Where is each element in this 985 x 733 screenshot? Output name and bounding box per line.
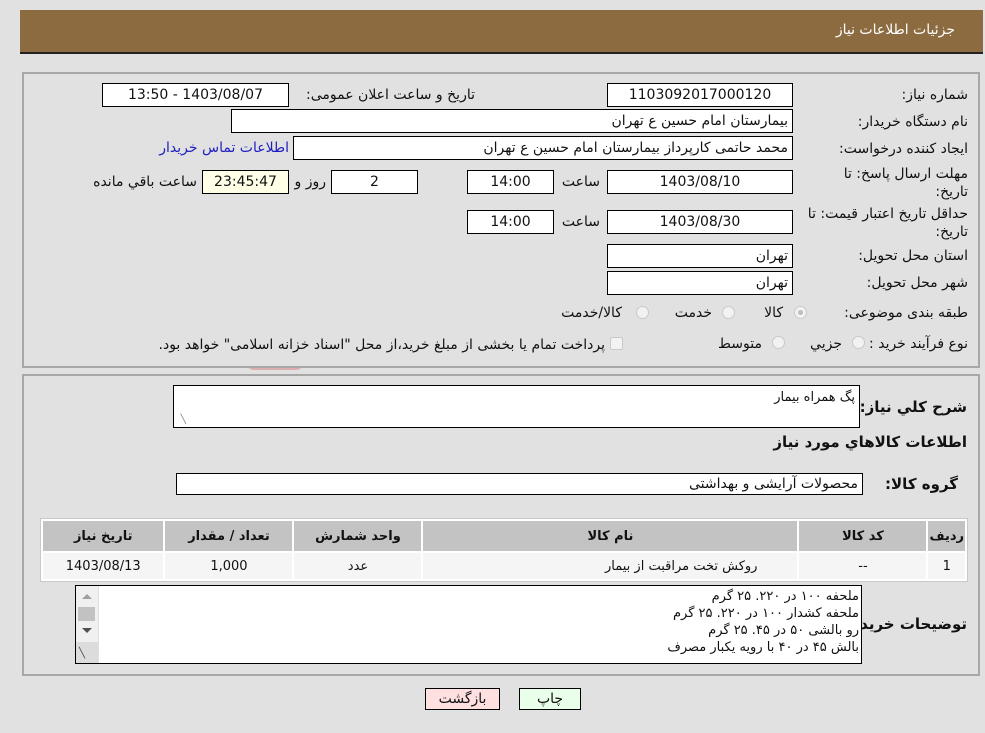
purchase-option-minor: جزیي: [810, 336, 842, 352]
scroll-up-icon[interactable]: [82, 594, 92, 599]
goods-info-title: اطلاعات کالاهاي مورد نیاز: [773, 433, 967, 451]
back-button[interactable]: بازگشت: [425, 688, 500, 710]
reply-deadline-label: مهلت ارسال پاسخ: تا تاریخ:: [843, 166, 968, 200]
page-title: جزئیات اطلاعات نیاز: [835, 22, 955, 38]
category-radio-service[interactable]: [722, 306, 735, 319]
delivery-province-field[interactable]: تهران: [607, 244, 793, 268]
scroll-thumb[interactable]: [78, 607, 95, 621]
general-desc-value: پگ همراه بیمار: [774, 390, 855, 405]
price-validity-label: حداقل تاریخ اعتبار قیمت: تا تاریخ:: [807, 206, 968, 240]
price-validity-time[interactable]: 14:00: [467, 210, 554, 234]
delivery-province-label: استان محل تحویل:: [858, 248, 968, 264]
price-validity-date[interactable]: 1403/08/30: [607, 210, 793, 234]
remaining-days: 2: [331, 170, 418, 194]
header-goods-name: نام کالا: [423, 521, 798, 551]
goods-group-label: گروه کالا:: [885, 475, 958, 493]
category-option-goods-service: کالا/خدمت: [561, 305, 622, 321]
treasury-checkbox[interactable]: [610, 337, 623, 350]
requester-label: ایجاد کننده درخواست:: [839, 141, 968, 157]
header-need-date: تاریخ نیاز: [43, 521, 164, 551]
goods-table: ردیف کد کالا نام کالا واحد شمارش تعداد /…: [40, 518, 968, 582]
resize-grip-icon[interactable]: ╲: [76, 642, 98, 663]
reply-deadline-date[interactable]: 1403/08/10: [607, 170, 793, 194]
header-goods-code: کد کالا: [799, 521, 927, 551]
requester-field[interactable]: محمد حاتمی کارپرداز بیمارستان امام حسین …: [293, 136, 793, 160]
table-header-row: ردیف کد کالا نام کالا واحد شمارش تعداد /…: [43, 521, 965, 551]
buyer-contact-link[interactable]: اطلاعات تماس خریدار: [159, 140, 289, 156]
cell-unit: عدد: [294, 553, 422, 579]
remaining-label: ساعت باقي مانده: [93, 174, 197, 190]
scroll-down-icon[interactable]: [82, 628, 92, 633]
header-unit: واحد شمارش: [294, 521, 422, 551]
reply-deadline-time[interactable]: 14:00: [467, 170, 554, 194]
category-radio-goods[interactable]: [794, 306, 807, 319]
category-option-service: خدمت: [674, 305, 712, 321]
cell-row-number: 1: [928, 553, 965, 579]
general-desc-field[interactable]: پگ همراه بیمار ╲: [173, 385, 860, 428]
cell-goods-code: --: [799, 553, 927, 579]
cell-quantity: 1,000: [165, 553, 293, 579]
reply-time-label: ساعت: [561, 174, 600, 190]
buyer-notes-text: ملحفه ۱۰۰ در ۲۲۰. ۲۵ گرم ملحفه کشدار ۱۰۰…: [76, 588, 859, 656]
purchase-radio-minor[interactable]: [852, 336, 865, 349]
announce-datetime-field[interactable]: 1403/08/07 - 13:50: [102, 83, 289, 107]
notes-line: ملحفه کشدار ۱۰۰ در ۲۲۰. ۲۵ گرم: [673, 606, 859, 621]
category-option-goods: کالا: [764, 305, 783, 321]
buyer-org-label: نام دستگاه خریدار:: [857, 114, 968, 130]
goods-group-field: محصولات آرایشی و بهداشتی: [176, 473, 863, 495]
resize-grip-icon[interactable]: ╲: [176, 415, 186, 425]
cell-goods-name: روکش تخت مراقبت از بیمار: [423, 553, 798, 579]
purchase-option-medium: متوسط: [718, 336, 762, 352]
delivery-city-label: شهر محل تحویل:: [866, 275, 968, 291]
category-label: طبقه بندی موضوعی:: [844, 305, 968, 321]
delivery-city-field[interactable]: تهران: [607, 271, 793, 295]
print-button[interactable]: چاپ: [519, 688, 581, 710]
remaining-time: 23:45:47: [202, 170, 289, 194]
need-number-field[interactable]: 1103092017000120: [607, 83, 793, 107]
days-label: روز و: [294, 174, 327, 190]
treasury-note: پرداخت تمام یا بخشی از مبلغ خرید،از محل …: [158, 337, 605, 353]
purchase-radio-medium[interactable]: [772, 336, 785, 349]
header-row-number: ردیف: [928, 521, 965, 551]
purchase-type-label: نوع فرآیند خرید :: [869, 336, 968, 352]
buyer-notes-field[interactable]: ملحفه ۱۰۰ در ۲۲۰. ۲۵ گرم ملحفه کشدار ۱۰۰…: [75, 585, 862, 664]
need-number-label: شماره نیاز:: [901, 87, 969, 103]
page-header: جزئیات اطلاعات نیاز: [20, 10, 983, 54]
category-radio-goods-service[interactable]: [636, 306, 649, 319]
table-row: 1 -- روکش تخت مراقبت از بیمار عدد 1,000 …: [43, 553, 965, 579]
notes-line: بالش ۴۵ در ۴۰ با رویه یکبار مصرف: [667, 640, 859, 655]
general-desc-label: شرح کلي نیاز:: [859, 398, 967, 416]
announce-datetime-label: تاریخ و ساعت اعلان عمومی:: [306, 87, 475, 103]
notes-line: ملحفه ۱۰۰ در ۲۲۰. ۲۵ گرم: [711, 589, 859, 604]
buyer-org-field[interactable]: بیمارستان امام حسین ع تهران: [231, 109, 793, 133]
notes-line: رو بالشی ۵۰ در ۴۵. ۲۵ گرم: [708, 623, 859, 638]
header-quantity: تعداد / مقدار: [165, 521, 293, 551]
validity-time-label: ساعت: [561, 214, 600, 230]
notes-scrollbar[interactable]: ╲: [76, 586, 99, 663]
cell-need-date: 1403/08/13: [43, 553, 164, 579]
